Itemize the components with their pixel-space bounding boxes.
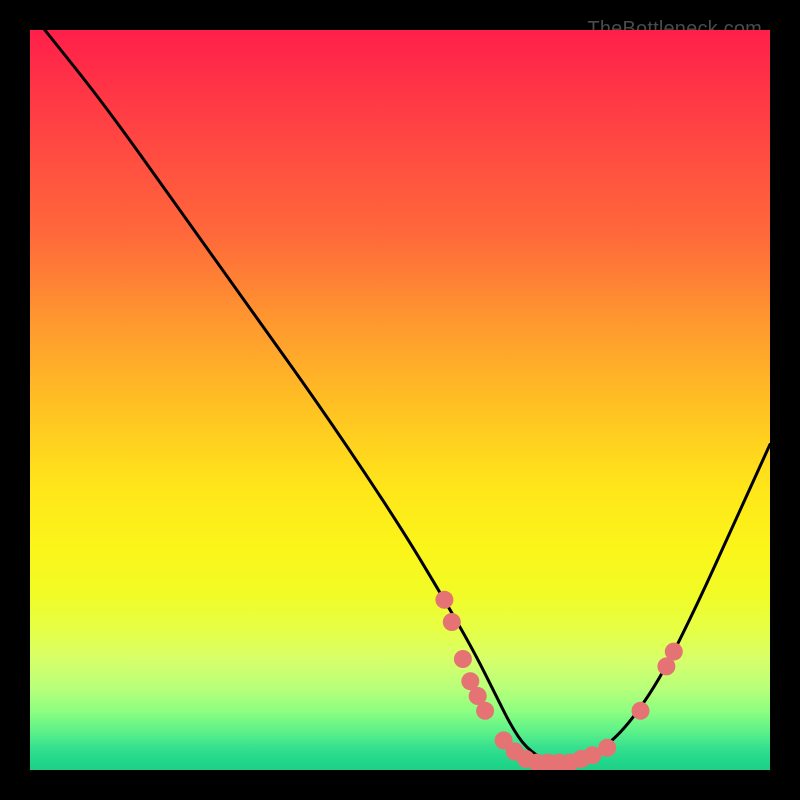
highlight-dot: [665, 643, 683, 661]
highlight-dot: [476, 702, 494, 720]
plot-area: [30, 30, 770, 770]
highlight-dots-group: [435, 591, 682, 770]
bottleneck-curve-svg: [30, 30, 770, 770]
highlight-dot: [435, 591, 453, 609]
highlight-dot: [598, 739, 616, 757]
chart-frame: TheBottleneck.com: [16, 16, 784, 784]
bottleneck-curve-path: [45, 30, 770, 763]
highlight-dot: [632, 702, 650, 720]
highlight-dot: [443, 613, 461, 631]
highlight-dot: [454, 650, 472, 668]
